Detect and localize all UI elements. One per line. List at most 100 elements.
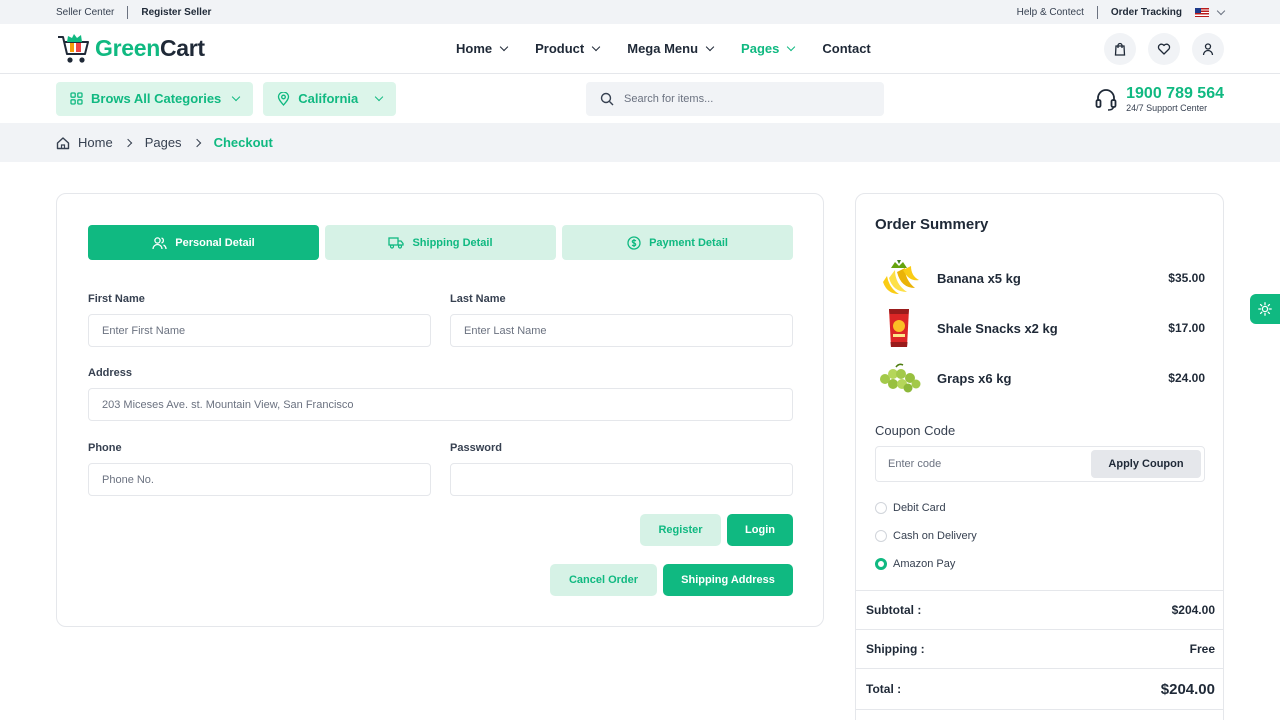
last-name-label: Last Name: [450, 293, 506, 305]
logo-text: GreenCart: [95, 35, 205, 61]
support-subtitle: 24/7 Support Center: [1126, 102, 1208, 113]
user-icon: [1202, 42, 1214, 55]
shipping-label: Shipping :: [866, 642, 925, 656]
location-dropdown[interactable]: California: [263, 81, 397, 116]
cart-logo-icon: [58, 33, 89, 63]
subtotal-value: $204.00: [1171, 603, 1215, 617]
summary-item: Shale Snacks x2 kg $17.00: [875, 306, 1205, 350]
grid-icon: [70, 92, 83, 105]
heart-icon: [1157, 43, 1171, 55]
snacks-image: [875, 306, 923, 350]
payment-option-debit-card[interactable]: Debit Card: [875, 502, 946, 514]
payment-option-cash-on-delivery[interactable]: Cash on Delivery: [875, 530, 977, 542]
subtotal-label: Subtotal :: [866, 603, 922, 617]
nav-contact[interactable]: Contact: [822, 41, 870, 56]
divider: [1096, 5, 1098, 19]
search-placeholder: Search for items...: [624, 92, 714, 105]
total-label: Total :: [866, 682, 902, 696]
headset-icon: [1095, 88, 1117, 111]
shopping-bag-icon: [1114, 42, 1126, 56]
theme-toggle-button[interactable]: [1250, 294, 1280, 324]
tab-shipping-detail[interactable]: Shipping Detail: [325, 225, 556, 260]
breadcrumb-checkout: Checkout: [213, 135, 273, 150]
main-nav: Home Product Mega Menu Pages Contact: [456, 41, 871, 56]
order-summary-title: Order Summery: [875, 216, 989, 233]
phone-label: Phone: [88, 442, 122, 454]
summary-item: Banana x5 kg $35.00: [875, 256, 1205, 300]
sun-icon: [1258, 302, 1272, 316]
subtotal-row: Subtotal : $204.00: [856, 590, 1223, 629]
password-input[interactable]: [450, 463, 793, 496]
phone-input[interactable]: Phone No.: [88, 463, 431, 496]
first-name-input[interactable]: Enter First Name: [88, 314, 431, 347]
nav-pages[interactable]: Pages: [741, 41, 796, 56]
last-name-input[interactable]: Enter Last Name: [450, 314, 793, 347]
breadcrumb-home[interactable]: Home: [78, 135, 113, 150]
item-name: Shale Snacks x2 kg: [937, 320, 1058, 336]
nav-product[interactable]: Product: [535, 41, 601, 56]
radio-button[interactable]: [875, 502, 887, 514]
checkout-form-card: Personal Detail Shipping Detail Payment …: [56, 193, 824, 627]
summary-item: Graps x6 kg $24.00: [875, 356, 1205, 400]
item-name: Graps x6 kg: [937, 370, 1012, 386]
banana-image: [875, 256, 923, 300]
users-icon: [152, 236, 167, 249]
shipping-address-button[interactable]: Shipping Address: [663, 564, 793, 596]
first-name-label: First Name: [88, 293, 145, 305]
search-icon: [600, 92, 614, 105]
radio-button-selected[interactable]: [875, 558, 887, 570]
order-summary: Order Summery Banana x5 kg $35.00 Shale …: [855, 193, 1224, 720]
wishlist-button[interactable]: [1148, 32, 1180, 65]
address-input[interactable]: 203 Miceses Ave. st. Mountain View, San …: [88, 388, 793, 421]
categories-label: Brows All Categories: [91, 91, 222, 106]
us-flag-icon[interactable]: [1195, 7, 1209, 17]
header-actions: [1104, 32, 1224, 65]
tab-payment-detail[interactable]: Payment Detail: [562, 225, 793, 260]
shipping-row: Shipping : Free: [856, 629, 1223, 668]
checkout-tabs: Personal Detail Shipping Detail Payment …: [88, 225, 793, 260]
location-label: California: [298, 91, 359, 106]
chevron-down-icon: [705, 42, 715, 51]
truck-icon: [388, 237, 405, 249]
top-bar: Seller Center Register Seller Help & Con…: [0, 0, 1280, 24]
breadcrumb: Home Pages Checkout: [0, 123, 1280, 162]
seller-center-link[interactable]: Seller Center: [56, 7, 114, 18]
item-price: $35.00: [1168, 271, 1205, 285]
main-header: GreenCart Home Product Mega Menu Pages C…: [0, 24, 1280, 74]
coupon-input[interactable]: Enter code: [888, 458, 941, 470]
shipping-value: Free: [1189, 642, 1215, 656]
payment-option-amazon-pay[interactable]: Amazon Pay: [875, 558, 955, 570]
address-label: Address: [88, 367, 133, 379]
radio-button[interactable]: [875, 530, 887, 542]
item-price: $17.00: [1168, 321, 1205, 335]
login-button[interactable]: Login: [727, 514, 793, 546]
nav-mega-menu[interactable]: Mega Menu: [627, 41, 715, 56]
nav-home[interactable]: Home: [456, 41, 509, 56]
support-number[interactable]: 1900 789 564: [1126, 85, 1224, 103]
chevron-down-icon[interactable]: [1216, 6, 1226, 15]
cancel-order-button[interactable]: Cancel Order: [550, 564, 657, 596]
chevron-right-icon: [192, 138, 201, 147]
total-row: Total : $204.00: [856, 668, 1223, 709]
logo[interactable]: GreenCart: [56, 32, 205, 66]
item-price: $24.00: [1168, 371, 1205, 385]
grapes-image: [875, 356, 923, 400]
chevron-down-icon: [232, 92, 241, 101]
categories-dropdown[interactable]: Brows All Categories: [56, 81, 254, 116]
shopping-bag-button[interactable]: [1104, 32, 1136, 65]
chevron-down-icon: [787, 42, 796, 51]
total-value: $204.00: [1160, 680, 1215, 698]
apply-coupon-button[interactable]: Apply Coupon: [1091, 450, 1201, 478]
order-tracking-link[interactable]: Order Tracking: [1111, 7, 1182, 18]
breadcrumb-pages[interactable]: Pages: [145, 135, 182, 150]
password-label: Password: [450, 442, 502, 454]
chevron-right-icon: [123, 138, 132, 147]
account-button[interactable]: [1192, 32, 1224, 65]
register-button[interactable]: Register: [640, 514, 721, 546]
dollar-circle-icon: [627, 235, 641, 250]
register-seller-link[interactable]: Register Seller: [141, 7, 211, 18]
search-input[interactable]: Search for items...: [586, 81, 884, 116]
tab-personal-detail[interactable]: Personal Detail: [88, 225, 319, 260]
help-contact-link[interactable]: Help & Contect: [1017, 7, 1084, 18]
location-pin-icon: [278, 91, 290, 106]
